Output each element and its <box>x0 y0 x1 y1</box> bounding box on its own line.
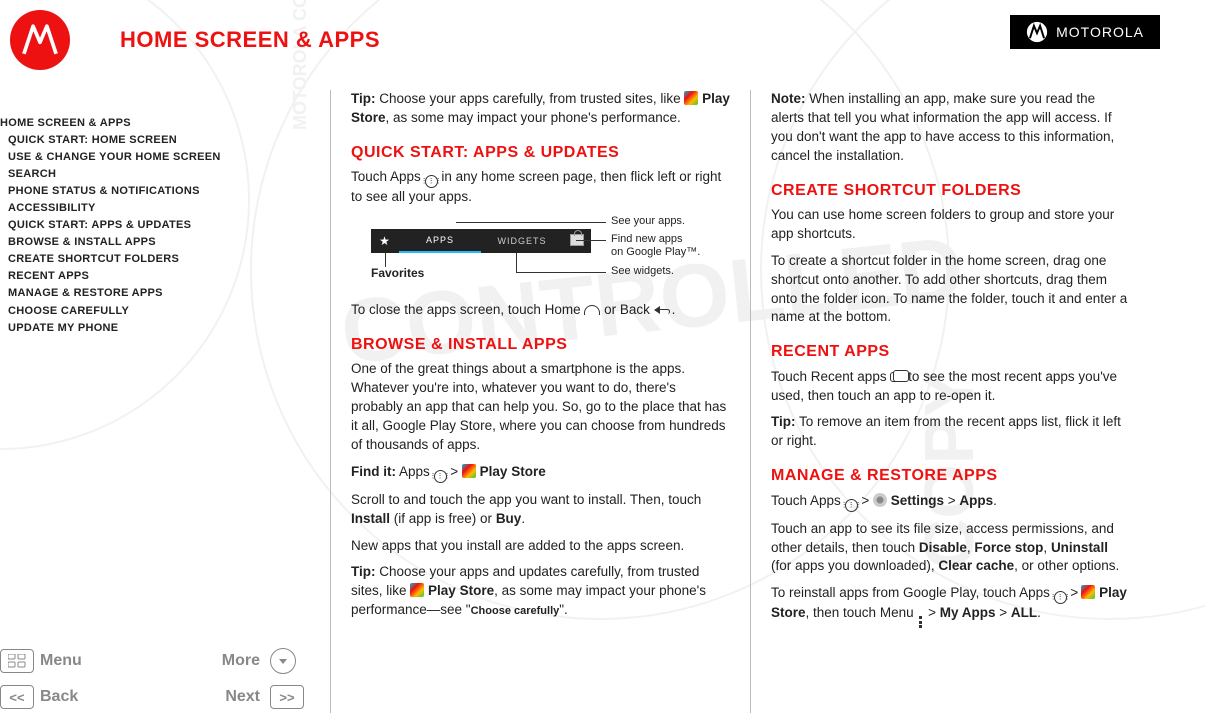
folders-p1: You can use home screen folders to group… <box>771 206 1130 244</box>
apps-tab: APPS <box>399 229 481 253</box>
play-store-icon <box>684 91 698 105</box>
apps-grid-icon: ⋮⋮⋮ <box>1054 591 1067 604</box>
apps-tab-bar: ★ APPS WIDGETS <box>371 229 591 253</box>
bottom-nav: Menu More << Back Next >> <box>0 645 310 713</box>
favorites-label: Favorites <box>371 265 424 282</box>
apps-grid-icon: ⋮⋮⋮ <box>425 175 438 188</box>
menu-button[interactable]: Menu <box>40 652 155 670</box>
table-of-contents: Home screen & apps Quick start: Home scr… <box>0 115 330 337</box>
heading-manage: Manage & restore apps <box>771 465 1130 487</box>
text: Choose your apps carefully, from trusted… <box>376 91 685 106</box>
tip-label: Tip: <box>351 91 376 106</box>
callout-widgets: See widgets. <box>611 265 674 278</box>
choose-carefully-link[interactable]: Choose carefully <box>471 605 560 617</box>
toc-item[interactable]: Manage & restore apps <box>0 285 330 302</box>
browse-p2: Scroll to and touch the app you want to … <box>351 491 730 529</box>
apps-grid-icon: ⋮⋮⋮ <box>434 470 447 483</box>
apps-bar-diagram: ★ APPS WIDGETS See your apps. Find new a… <box>371 215 730 295</box>
recent-tip: Tip: To remove an item from the recent a… <box>771 413 1130 451</box>
heading-quick-start: Quick start: Apps & updates <box>351 142 730 164</box>
toc-item[interactable]: Choose carefully <box>0 303 330 320</box>
brand-text: MOTOROLA <box>1056 24 1144 40</box>
play-store-icon <box>1081 585 1095 599</box>
toc-item[interactable]: Browse & install apps <box>0 234 330 251</box>
more-icon[interactable] <box>270 648 296 674</box>
brand-badge: MOTOROLA <box>1010 15 1160 49</box>
folders-p2: To create a shortcut folder in the home … <box>771 252 1130 328</box>
tip-paragraph: Tip: Choose your apps carefully, from tr… <box>351 90 730 128</box>
favorites-star-icon: ★ <box>371 233 399 250</box>
tip2: Tip: Choose your apps and updates carefu… <box>351 563 730 620</box>
widgets-tab: WIDGETS <box>481 235 563 248</box>
next-icon[interactable]: >> <box>270 685 304 709</box>
toc-item[interactable]: Create shortcut folders <box>0 251 330 268</box>
manage-p1: Touch Apps ⋮⋮⋮ > Settings > Apps. <box>771 492 1130 512</box>
page-title: HOME SCREEN & APPS <box>120 27 380 53</box>
text: , as some may impact your phone's perfor… <box>386 110 681 125</box>
toc-top[interactable]: Home screen & apps <box>0 115 330 132</box>
column-1: Tip: Choose your apps carefully, from tr… <box>330 90 750 713</box>
column-2: Note: When installing an app, make sure … <box>750 90 1150 713</box>
heading-browse: Browse & install apps <box>351 334 730 356</box>
back-icon[interactable]: << <box>0 685 34 709</box>
find-it: Find it: Apps ⋮⋮⋮ > Play Store <box>351 463 730 483</box>
menu-icon[interactable] <box>0 649 34 673</box>
play-store-icon <box>410 583 424 597</box>
home-icon <box>584 305 600 315</box>
quick-start-text: Touch Apps ⋮⋮⋮ in any home screen page, … <box>351 168 730 207</box>
toc-item[interactable]: Quick start: Home screen <box>0 132 330 149</box>
callout-play: Find new appson Google Play™. <box>611 233 700 259</box>
motorola-m-icon <box>1026 21 1048 43</box>
manage-p3: To reinstall apps from Google Play, touc… <box>771 584 1130 628</box>
heading-folders: Create shortcut folders <box>771 180 1130 202</box>
toc-item[interactable]: Quick start: Apps & updates <box>0 217 330 234</box>
callout-apps: See your apps. <box>611 215 685 228</box>
toc-item[interactable]: Search <box>0 166 330 183</box>
close-apps-text: To close the apps screen, touch Home or … <box>351 301 730 320</box>
recent-p1: Touch Recent apps to see the most recent… <box>771 368 1130 406</box>
toc-item[interactable]: Accessibility <box>0 200 330 217</box>
back-button[interactable]: Back <box>40 688 155 706</box>
toc-item[interactable]: Phone status & notifications <box>0 183 330 200</box>
settings-icon <box>873 493 887 507</box>
apps-grid-icon: ⋮⋮⋮ <box>845 499 858 512</box>
toc-item[interactable]: Recent apps <box>0 268 330 285</box>
browse-p1: One of the great things about a smartpho… <box>351 360 730 454</box>
recent-apps-icon <box>890 372 904 382</box>
motorola-logo-icon <box>10 10 70 70</box>
toc-item[interactable]: Use & change your home screen <box>0 149 330 166</box>
more-button[interactable]: More <box>155 652 270 670</box>
heading-recent: Recent apps <box>771 341 1130 363</box>
toc-item[interactable]: Update my phone <box>0 320 330 337</box>
play-store-icon <box>462 464 476 478</box>
back-arrow-icon <box>654 305 672 315</box>
note-paragraph: Note: When installing an app, make sure … <box>771 90 1130 166</box>
manage-p2: Touch an app to see its file size, acces… <box>771 520 1130 577</box>
shop-icon <box>563 234 591 248</box>
browse-p3: New apps that you install are added to t… <box>351 537 730 556</box>
next-button[interactable]: Next <box>155 688 270 706</box>
